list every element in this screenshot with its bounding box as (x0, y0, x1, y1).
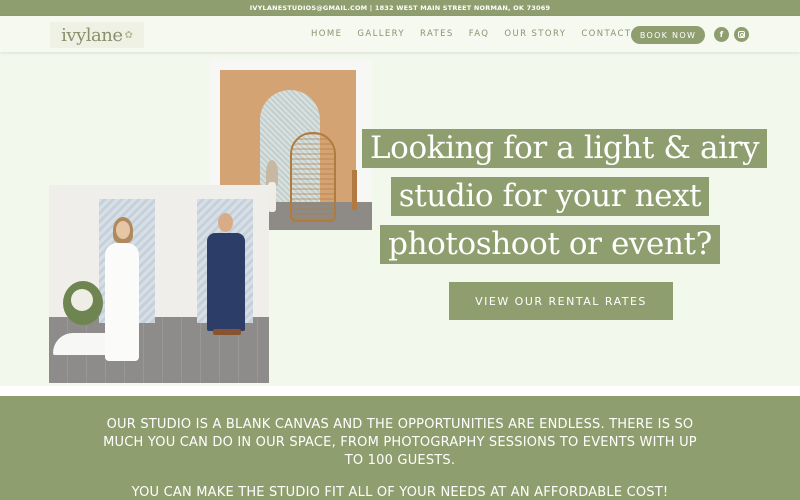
photo-groom-head (218, 213, 233, 232)
photo-bride-dress (105, 243, 139, 361)
nav-our-story[interactable]: OUR STORY (504, 29, 566, 39)
logo[interactable]: ivylane ✿ (50, 22, 144, 48)
photo-peacock-chair (290, 132, 336, 222)
section-divider (0, 386, 800, 396)
book-now-button[interactable]: BOOK NOW (631, 26, 705, 44)
about-paragraph: OUR STUDIO IS A BLANK CANVAS AND THE OPP… (103, 417, 697, 468)
photo-bride-head (116, 221, 130, 239)
about-paragraph: YOU CAN MAKE THE STUDIO FIT ALL OF YOUR … (131, 485, 669, 500)
butterfly-icon: ✿ (124, 29, 133, 41)
headline-line: Looking for a light & airy (362, 129, 768, 168)
facebook-icon[interactable]: f (714, 27, 729, 42)
instagram-glyph (738, 31, 745, 38)
nav-home[interactable]: HOME (311, 29, 342, 39)
photo-groom-suit (207, 233, 245, 331)
nav-gallery[interactable]: GALLERY (357, 29, 405, 39)
photo-bouquet (63, 281, 103, 325)
instagram-icon[interactable] (734, 27, 749, 42)
nav-contact[interactable]: CONTACT (581, 29, 631, 39)
logo-text: ivylane (61, 24, 123, 46)
headline-line: photoshoot or event? (380, 225, 720, 264)
photo-vase (268, 182, 276, 212)
nav-faq[interactable]: FAQ (469, 29, 490, 39)
photo-stand (352, 170, 357, 210)
nav-rates[interactable]: RATES (420, 29, 454, 39)
view-rental-rates-button[interactable]: VIEW OUR RENTAL RATES (449, 282, 673, 320)
photo-groom-shoes (213, 329, 241, 335)
contact-bar: IVYLANESTUDIOS@GMAIL.COM | 1832 WEST MAI… (0, 0, 800, 16)
site-header: ivylane ✿ HOME GALLERY RATES FAQ OUR STO… (0, 16, 800, 52)
headline-line: studio for your next (390, 177, 710, 216)
main-nav: HOME GALLERY RATES FAQ OUR STORY CONTACT (311, 16, 646, 52)
hero-headline: Looking for a light & airy studio for yo… (362, 126, 768, 270)
about-section: OUR STUDIO IS A BLANK CANVAS AND THE OPP… (0, 396, 800, 500)
contact-info: IVYLANESTUDIOS@GMAIL.COM | 1832 WEST MAI… (249, 4, 551, 12)
couple-photo (49, 185, 269, 383)
